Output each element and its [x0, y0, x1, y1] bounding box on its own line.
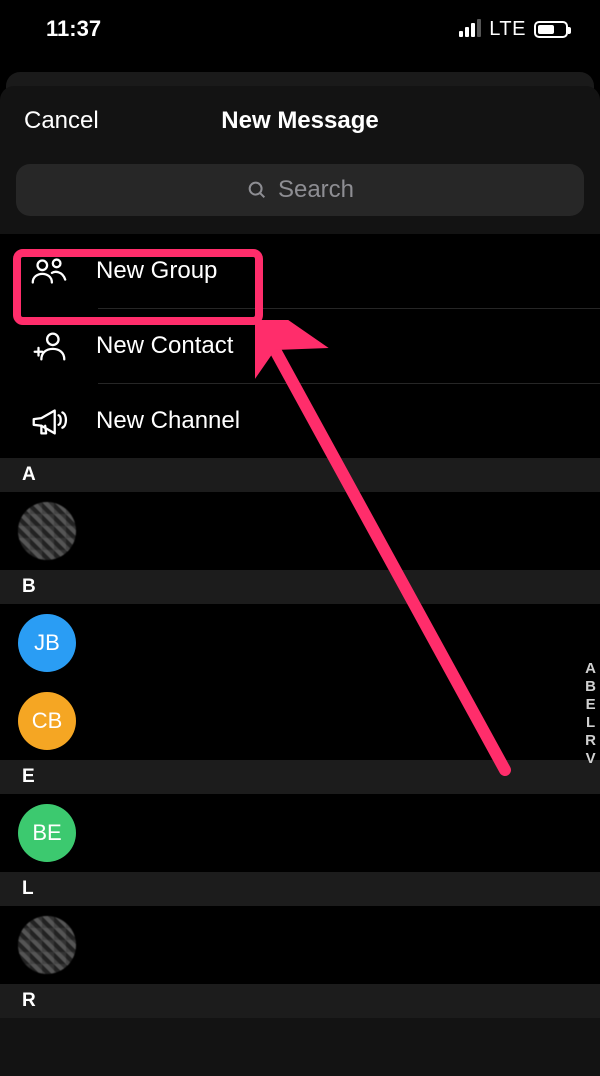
index-letter[interactable]: E	[586, 696, 596, 713]
megaphone-icon	[28, 400, 70, 442]
index-letter[interactable]: R	[585, 732, 596, 749]
new-channel-label: New Channel	[96, 407, 240, 435]
alphabet-index[interactable]: A B E L R V	[585, 660, 596, 767]
search-icon	[246, 179, 268, 201]
new-group-label: New Group	[96, 257, 217, 285]
contact-row[interactable]: BE	[0, 794, 600, 872]
add-contact-icon	[28, 325, 70, 367]
index-letter[interactable]: L	[586, 714, 595, 731]
status-time: 11:37	[46, 16, 101, 42]
contact-row[interactable]	[0, 492, 600, 570]
avatar: CB	[18, 692, 76, 750]
sheet-header: Cancel New Message	[0, 86, 600, 156]
section-header-r: R	[0, 984, 600, 1018]
status-bar: 11:37 LTE	[0, 0, 600, 58]
avatar	[18, 916, 76, 974]
search-placeholder: Search	[278, 176, 354, 204]
index-letter[interactable]: A	[585, 660, 596, 677]
status-right: LTE	[459, 18, 568, 41]
index-letter[interactable]: V	[586, 750, 596, 767]
new-contact-option[interactable]: New Contact	[0, 309, 600, 383]
contacts-list[interactable]: A B JB CB E BE L R	[0, 458, 600, 1018]
cancel-button[interactable]: Cancel	[24, 107, 99, 135]
new-message-sheet: Cancel New Message Search New Group	[0, 86, 600, 1076]
new-contact-label: New Contact	[96, 332, 233, 360]
avatar	[18, 502, 76, 560]
section-header-l: L	[0, 872, 600, 906]
avatar: BE	[18, 804, 76, 862]
new-channel-option[interactable]: New Channel	[0, 384, 600, 458]
avatar: JB	[18, 614, 76, 672]
options-list: New Group New Contact New Channel	[0, 234, 600, 458]
section-header-b: B	[0, 570, 600, 604]
battery-icon	[534, 21, 568, 38]
contact-row[interactable]	[0, 906, 600, 984]
group-icon	[28, 250, 70, 292]
index-letter[interactable]: B	[585, 678, 596, 695]
sheet-title: New Message	[221, 107, 378, 135]
section-header-a: A	[0, 458, 600, 492]
new-group-option[interactable]: New Group	[0, 234, 600, 308]
cellular-signal-icon	[459, 21, 481, 37]
section-header-e: E	[0, 760, 600, 794]
network-type: LTE	[489, 18, 526, 41]
contact-row[interactable]: JB	[0, 604, 600, 682]
contact-row[interactable]: CB	[0, 682, 600, 760]
search-input[interactable]: Search	[16, 164, 584, 216]
